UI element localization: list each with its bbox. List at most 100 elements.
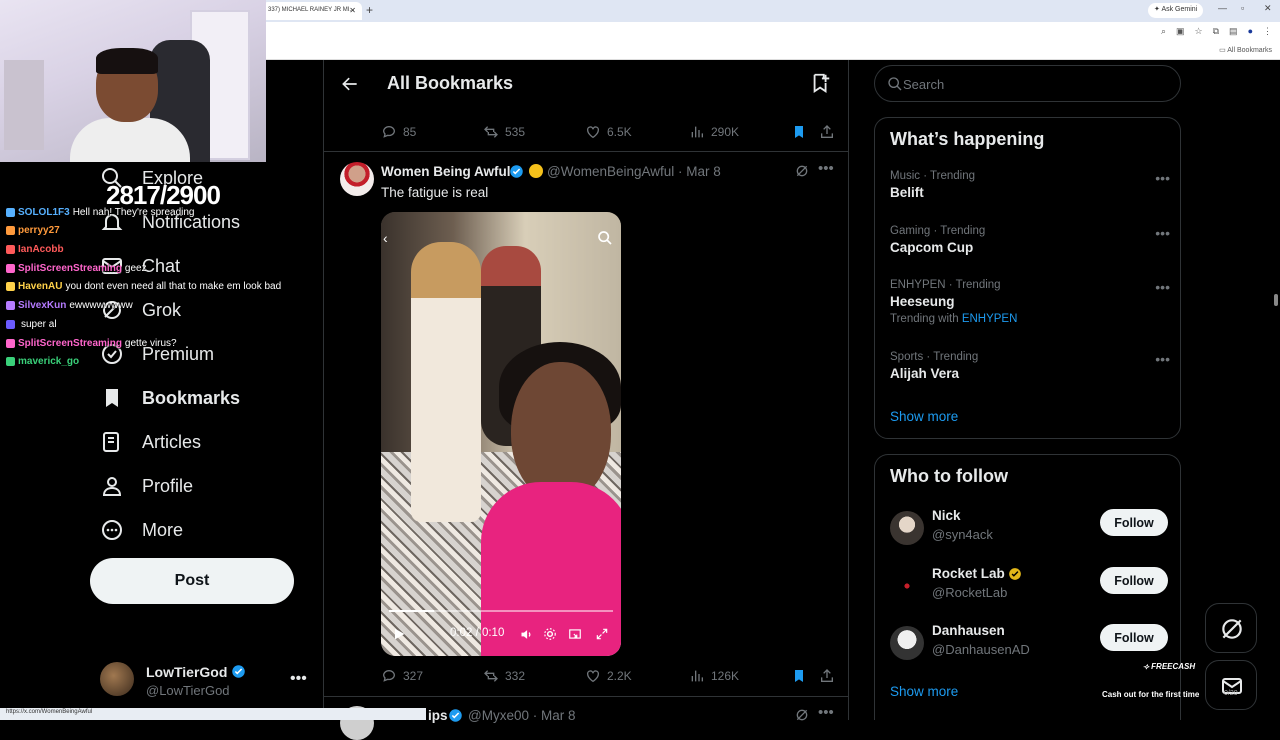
- nav-bookmarks[interactable]: Bookmarks: [100, 386, 240, 410]
- avatar[interactable]: [340, 162, 374, 196]
- follow-button[interactable]: Follow: [1100, 509, 1168, 536]
- star-icon[interactable]: ☆: [1195, 26, 1203, 37]
- reply-button[interactable]: 327: [381, 668, 423, 684]
- video-player[interactable]: ‹ 0:02 / 0:10: [381, 212, 621, 656]
- play-icon[interactable]: [391, 626, 407, 642]
- repost-button[interactable]: 332: [483, 668, 525, 684]
- nav-profile-label: Profile: [142, 475, 194, 496]
- more-icon[interactable]: •••: [290, 670, 307, 688]
- trend-context-text: Trending with: [890, 313, 959, 325]
- share-button[interactable]: [819, 668, 835, 684]
- messages-float-button[interactable]: [1205, 660, 1257, 710]
- chat-username: SplitScreenStreaming: [18, 263, 122, 274]
- follow-name-text: Rocket Lab: [932, 566, 1005, 581]
- trend-context-link[interactable]: ENHYPEN: [962, 313, 1018, 325]
- video-progress-fill: [389, 610, 434, 612]
- sidebar-icon[interactable]: ▤: [1229, 26, 1238, 37]
- more-icon[interactable]: •••: [1155, 351, 1170, 367]
- chat-text: you dont even need all that to make em l…: [65, 281, 282, 292]
- follow-name[interactable]: Nick: [932, 508, 961, 523]
- chat-username: IanAcobb: [18, 244, 64, 255]
- follow-suggestion[interactable]: Rocket Lab @RocketLab Follow: [890, 565, 1168, 607]
- chevron-left-icon[interactable]: ‹: [383, 230, 388, 246]
- all-bookmarks-folder[interactable]: ▭ All Bookmarks: [1219, 46, 1272, 54]
- share-button[interactable]: [819, 124, 835, 140]
- tweet-date[interactable]: Mar 8: [541, 708, 576, 723]
- like-button[interactable]: 2.2K: [585, 668, 632, 684]
- extensions-icon[interactable]: ⧉: [1213, 26, 1219, 37]
- pip-icon[interactable]: [568, 627, 582, 641]
- more-icon[interactable]: •••: [818, 160, 834, 177]
- like-button[interactable]: 6.5K: [585, 124, 632, 140]
- views-button[interactable]: 126K: [689, 668, 739, 684]
- repost-button[interactable]: 535: [483, 124, 525, 140]
- grok-icon[interactable]: [794, 163, 810, 179]
- chat-message: SilvexKun ewwwwwwww: [6, 300, 133, 311]
- follow-suggestion[interactable]: Danhausen @DanhausenAD Follow: [890, 622, 1168, 664]
- avatar[interactable]: [890, 511, 924, 545]
- views-icon: [691, 126, 703, 138]
- trend-item[interactable]: Sports · Trending Alijah Vera •••: [890, 351, 1170, 381]
- back-arrow-icon[interactable]: [340, 74, 360, 94]
- minimize-icon[interactable]: —: [1218, 3, 1227, 13]
- volume-icon[interactable]: [519, 627, 534, 642]
- follow-name[interactable]: Danhausen: [932, 623, 1005, 638]
- nav-articles[interactable]: Articles: [100, 430, 201, 454]
- follow-button[interactable]: Follow: [1100, 567, 1168, 594]
- tweet-date[interactable]: Mar 8: [686, 164, 721, 179]
- browser-tab[interactable]: 337) MICHAEL RAINEY JR MI... ✕: [262, 2, 362, 20]
- more-icon[interactable]: •••: [1155, 170, 1170, 186]
- maximize-icon[interactable]: ▫: [1241, 3, 1244, 13]
- window-close-icon[interactable]: ✕: [1264, 3, 1272, 14]
- video-progress-bar[interactable]: [389, 610, 613, 612]
- avatar[interactable]: [890, 569, 924, 603]
- scrollbar[interactable]: [1274, 294, 1278, 306]
- chat-message: maverick_go: [6, 356, 82, 367]
- avatar[interactable]: [890, 626, 924, 660]
- new-tab-icon[interactable]: +: [366, 3, 373, 17]
- trend-item[interactable]: ENHYPEN · Trending Heeseung Trending with …: [890, 279, 1170, 325]
- menu-icon[interactable]: ⋮: [1263, 26, 1272, 37]
- tweet-author-name[interactable]: ips: [428, 708, 448, 723]
- account-switcher[interactable]: LowTierGod @LowTierGod •••: [100, 660, 310, 704]
- freecash-count: 0/20: [1224, 690, 1238, 697]
- remove-bookmark-button[interactable]: [791, 124, 807, 140]
- trend-category: Music · Trending: [890, 170, 976, 182]
- reply-button[interactable]: 85: [381, 124, 416, 140]
- cast-icon[interactable]: ▣: [1176, 26, 1185, 37]
- tweet-handle[interactable]: @Myxe00: [468, 708, 529, 723]
- profile-icon[interactable]: ●: [1248, 26, 1253, 37]
- bookmark-folder-add-icon[interactable]: [810, 72, 832, 94]
- fullscreen-icon[interactable]: [595, 627, 609, 641]
- trend-item[interactable]: Gaming · Trending Capcom Cup •••: [890, 225, 1170, 255]
- tweet-author-name[interactable]: Women Being Awful: [381, 164, 511, 179]
- nav-profile[interactable]: Profile: [100, 474, 193, 498]
- trending-show-more[interactable]: Show more: [890, 409, 958, 424]
- chat-message: IanAcobb: [6, 244, 67, 255]
- settings-gear-icon[interactable]: [543, 627, 557, 641]
- bookmarks-timeline: All Bookmarks 85 535 6.5K 290K Women Bei…: [323, 60, 849, 740]
- trend-item[interactable]: Music · Trending Belift •••: [890, 170, 1170, 200]
- remove-bookmark-button[interactable]: [791, 668, 807, 684]
- follow-name[interactable]: Rocket Lab: [932, 566, 1022, 581]
- more-icon[interactable]: •••: [1155, 225, 1170, 241]
- account-name: LowTierGod: [146, 664, 246, 680]
- follow-show-more[interactable]: Show more: [890, 684, 958, 699]
- views-button[interactable]: 290K: [689, 124, 739, 140]
- search-icon[interactable]: [597, 230, 613, 246]
- grok-float-button[interactable]: [1205, 603, 1257, 653]
- chat-badge-icon: [6, 208, 15, 217]
- grok-icon[interactable]: [794, 707, 810, 723]
- follow-suggestion[interactable]: Nick @syn4ack Follow: [890, 507, 1168, 549]
- close-tab-icon[interactable]: ✕: [349, 6, 356, 15]
- zoom-icon[interactable]: ⌕: [1161, 26, 1166, 37]
- ask-gemini-button[interactable]: ✦ Ask Gemini: [1148, 3, 1204, 18]
- more-icon[interactable]: •••: [818, 704, 834, 721]
- nav-more[interactable]: More: [100, 518, 183, 542]
- follow-button[interactable]: Follow: [1100, 624, 1168, 651]
- search-box[interactable]: [874, 65, 1181, 102]
- search-input[interactable]: [903, 74, 1163, 94]
- post-button[interactable]: Post: [90, 558, 294, 604]
- more-icon[interactable]: •••: [1155, 279, 1170, 295]
- tweet-handle[interactable]: @WomenBeingAwful: [547, 164, 674, 179]
